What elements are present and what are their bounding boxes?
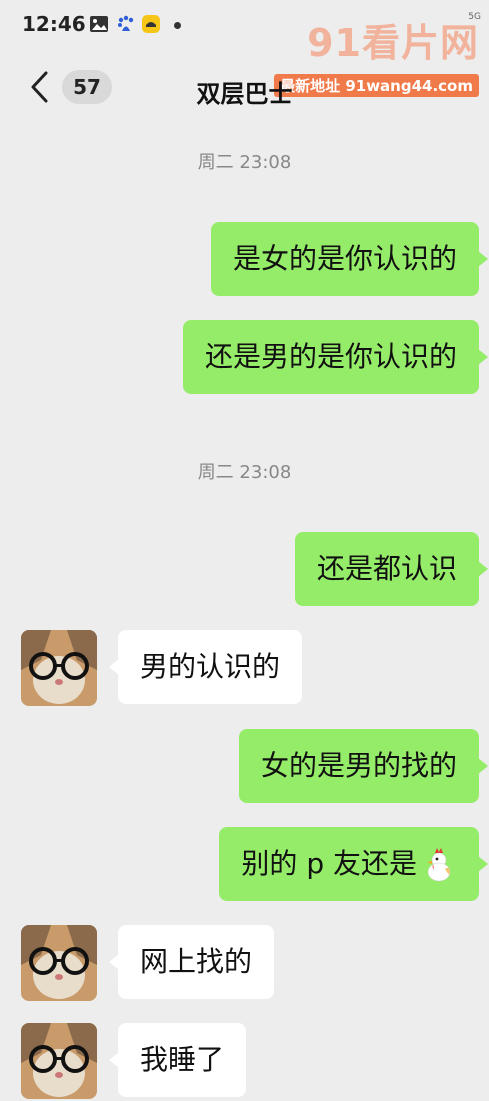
outgoing-message[interactable]: 还是男的是你认识的 xyxy=(182,320,489,394)
contact-avatar[interactable] xyxy=(21,925,97,1001)
chicken-icon xyxy=(427,848,451,882)
yellow-app-icon xyxy=(142,15,160,33)
outgoing-message[interactable]: 还是都认识 xyxy=(294,532,489,606)
status-time: 12:46 xyxy=(22,12,86,36)
outgoing-message[interactable]: 是女的是你认识的 xyxy=(210,222,489,296)
image-icon xyxy=(90,16,108,32)
message-timestamp: 周二 23:08 xyxy=(197,462,292,483)
contact-avatar[interactable] xyxy=(21,1023,97,1099)
chat-header: 57 双层巴士 xyxy=(0,52,489,122)
contact-avatar[interactable] xyxy=(21,630,97,706)
cat-with-glasses-avatar-icon xyxy=(21,925,97,1001)
chat-title: 双层巴士 xyxy=(196,80,293,108)
message-timestamp: 周二 23:08 xyxy=(197,152,292,173)
incoming-message[interactable]: 男的认识的 xyxy=(108,630,303,704)
notification-dot xyxy=(174,22,181,29)
cat-with-glasses-avatar-icon xyxy=(21,630,97,706)
cat-with-glasses-avatar-icon xyxy=(21,1023,97,1099)
message-text: 别的 p 友还是 xyxy=(241,847,417,880)
incoming-message[interactable]: 网上找的 xyxy=(108,925,275,999)
baidu-paw-icon xyxy=(118,15,134,31)
outgoing-message[interactable]: 别的 p 友还是 xyxy=(219,827,488,901)
incoming-message[interactable]: 我睡了 xyxy=(108,1023,247,1097)
outgoing-message[interactable]: 女的是男的找的 xyxy=(238,729,489,803)
